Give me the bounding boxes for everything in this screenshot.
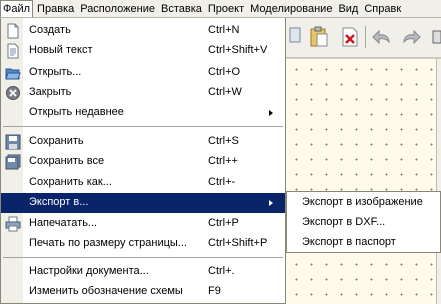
new-document-icon xyxy=(5,23,21,39)
menu-item-label: Изменить обозначение схемы xyxy=(29,285,183,297)
menu-item-export[interactable]: Экспорт в... xyxy=(1,193,285,213)
canvas-scrollbar[interactable] xyxy=(436,59,441,304)
submenu-item-export-passport[interactable]: Экспорт в паспорт xyxy=(287,233,440,253)
menu-help[interactable]: Справк xyxy=(361,0,404,17)
menu-edit-label: Правка xyxy=(37,3,75,15)
submenu-item-export-image[interactable]: Экспорт в изображение xyxy=(287,193,440,213)
menu-insert-label: Вставка xyxy=(161,3,202,15)
open-folder-icon xyxy=(5,65,21,81)
menu-item-label: Сохранить все xyxy=(29,155,105,167)
menu-separator xyxy=(3,257,283,258)
undo-icon[interactable] xyxy=(371,25,393,49)
new-text-icon xyxy=(5,43,21,59)
menu-edit[interactable]: Правка xyxy=(34,0,77,17)
menu-item-shortcut: Ctrl+. xyxy=(208,265,235,277)
menu-item-change-schematic-designation[interactable]: Изменить обозначение схемы F9 xyxy=(1,282,285,302)
menu-item-shortcut: Ctrl+P xyxy=(208,217,239,229)
menu-item-label: Открыть недавнее xyxy=(29,106,124,118)
menu-item-document-settings[interactable]: Настройки документа... Ctrl+. xyxy=(1,262,285,282)
submenu-item-label: Экспорт в паспорт xyxy=(302,236,396,248)
menu-item-label: Экспорт в... xyxy=(29,196,89,208)
clipboard-icon[interactable] xyxy=(308,25,330,49)
menu-project-label: Проект xyxy=(207,3,245,15)
menu-simulation[interactable]: Моделирование xyxy=(247,0,335,17)
menu-item-label: Открыть... xyxy=(29,66,82,78)
menu-insert[interactable]: Вставка xyxy=(158,0,205,17)
menu-item-shortcut: Ctrl+- xyxy=(208,176,236,188)
delete-icon[interactable] xyxy=(339,25,361,49)
toolbar-separator xyxy=(365,26,366,48)
menu-item-label: Сохранить xyxy=(29,135,84,147)
menu-item-open[interactable]: Открыть... Ctrl+O xyxy=(1,63,285,83)
menu-item-shortcut: Ctrl+W xyxy=(208,86,242,98)
submenu-item-export-dxf[interactable]: Экспорт в DXF... xyxy=(287,213,440,233)
menu-item-shortcut: Ctrl+N xyxy=(208,24,240,36)
menu-file-label: Файл xyxy=(3,3,31,15)
menu-item-shortcut: F9 xyxy=(208,285,221,297)
menu-view[interactable]: Вид xyxy=(335,0,361,17)
menu-item-label: Новый текст xyxy=(29,44,93,56)
menu-item-shortcut: Ctrl+O xyxy=(208,66,241,78)
save-icon xyxy=(5,134,21,150)
menu-item-save[interactable]: Сохранить Ctrl+S xyxy=(1,132,285,152)
print-icon xyxy=(5,216,21,232)
submenu-item-label: Экспорт в DXF... xyxy=(302,216,386,228)
menu-item-shortcut: Ctrl+Shift+V xyxy=(208,44,268,56)
menu-separator xyxy=(3,126,283,127)
menu-project[interactable]: Проект xyxy=(205,0,247,17)
menu-view-label: Вид xyxy=(338,3,359,15)
menu-arrange[interactable]: Расположение xyxy=(77,0,158,17)
menu-item-print[interactable]: Напечатать... Ctrl+P xyxy=(1,214,285,234)
menu-item-label: Настройки документа... xyxy=(29,265,149,277)
redo-icon[interactable] xyxy=(400,25,422,49)
menu-item-new-text[interactable]: Новый текст Ctrl+Shift+V xyxy=(1,41,285,61)
menu-arrange-label: Расположение xyxy=(80,3,155,15)
menu-item-close[interactable]: Закрыть Ctrl+W xyxy=(1,83,285,103)
menu-simulation-label: Моделирование xyxy=(250,3,333,15)
menu-file[interactable]: Файл xyxy=(0,0,34,17)
save-all-icon xyxy=(5,154,21,170)
menu-bar: Файл Правка Расположение Вставка Проект … xyxy=(0,0,441,18)
submenu-arrow-icon xyxy=(269,200,273,206)
submenu-item-label: Экспорт в изображение xyxy=(302,196,423,208)
menu-help-label: Справк xyxy=(364,3,402,15)
submenu-arrow-icon xyxy=(269,110,273,116)
export-submenu: Экспорт в изображение Экспорт в DXF... Э… xyxy=(286,191,441,253)
paste-icon[interactable] xyxy=(288,25,310,49)
close-icon xyxy=(5,85,21,101)
menu-item-shortcut: Ctrl++ xyxy=(208,155,238,167)
toolbar-next-icon[interactable] xyxy=(430,25,441,49)
menu-item-label: Напечатать... xyxy=(29,217,98,229)
menu-item-label: Печать по размеру страницы... xyxy=(29,237,187,249)
file-menu: Создать Ctrl+N Новый текст Ctrl+Shift+V … xyxy=(0,18,286,304)
menu-item-shortcut: Ctrl+Shift+P xyxy=(208,237,268,249)
menu-item-label: Сохранить как... xyxy=(29,176,112,188)
menu-item-label: Закрыть xyxy=(29,86,72,98)
menu-item-save-all[interactable]: Сохранить все Ctrl++ xyxy=(1,152,285,172)
menu-item-print-fit[interactable]: Печать по размеру страницы... Ctrl+Shift… xyxy=(1,234,285,254)
menu-item-label: Создать xyxy=(29,24,71,36)
menu-item-open-recent[interactable]: Открыть недавнее xyxy=(1,103,285,123)
menu-item-shortcut: Ctrl+S xyxy=(208,135,239,147)
menu-item-save-as[interactable]: Сохранить как... Ctrl+- xyxy=(1,173,285,193)
menu-item-new[interactable]: Создать Ctrl+N xyxy=(1,21,285,41)
